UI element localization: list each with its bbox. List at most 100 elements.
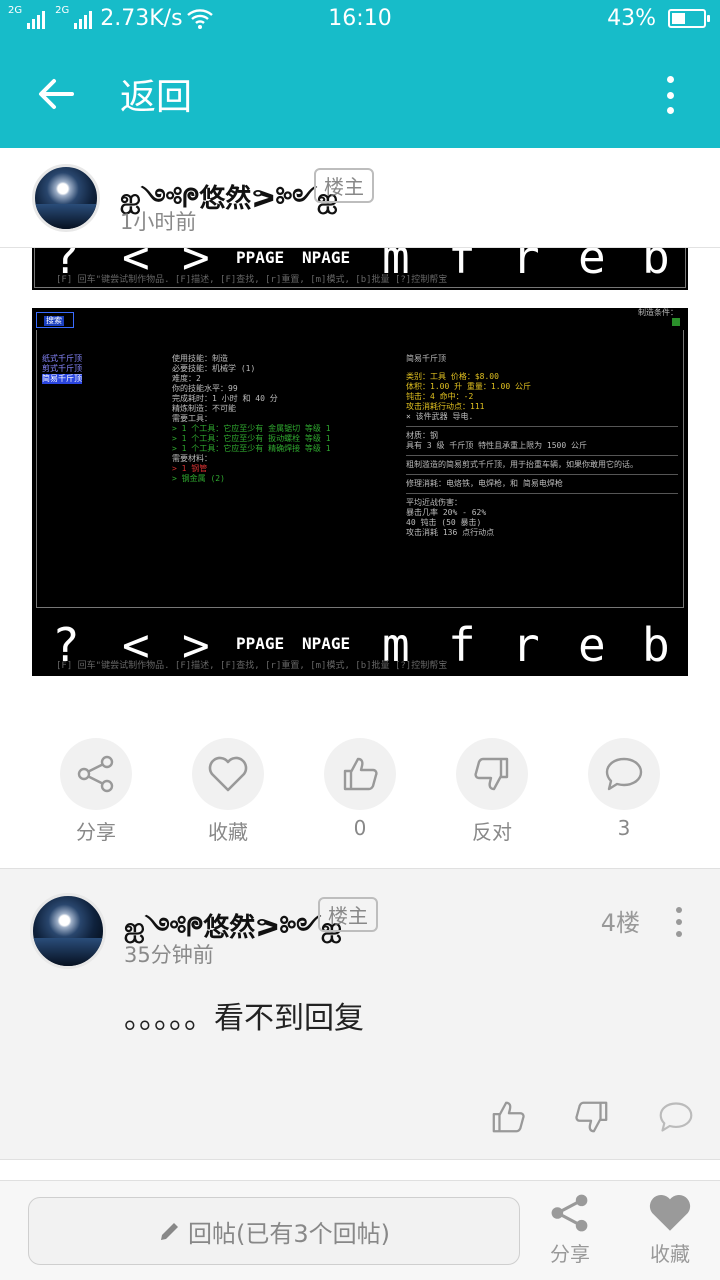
detail-line: 需要工具：	[172, 414, 212, 423]
item-lift: 具有 3 级 千斤顶 特性且承重上限为 1500 公斤	[406, 441, 587, 450]
post-actions: 分享 收藏 0 反对 3	[0, 738, 720, 844]
recipe-item[interactable]: 纸式千斤顶	[42, 354, 82, 364]
share-icon[interactable]	[60, 738, 132, 810]
share-icon	[551, 1194, 588, 1232]
thumbs-up-icon[interactable]	[324, 738, 396, 810]
avatar[interactable]	[32, 164, 100, 232]
key-e: e	[578, 618, 606, 672]
key-hint: [F] 回车"键尝试制作物品. [F]描述, [F]查找, [r]重置, [m]…	[56, 275, 448, 285]
status-right: 43%	[607, 6, 710, 31]
favorite-label: 收藏	[208, 820, 248, 844]
battery-fill	[672, 13, 685, 24]
key-ppage: PPAGE	[236, 634, 285, 653]
material-requirement: > 钢金属 (2)	[172, 474, 225, 483]
key-hint: [F] 回车"键尝试制作物品. [F]描述, [F]查找, [r]重置, [m]…	[56, 661, 448, 671]
bottom-favorite-label: 收藏	[650, 1242, 690, 1266]
battery-icon	[668, 9, 710, 28]
search-tab-label: 搜索	[44, 316, 64, 326]
craft-conditions: 制造条件：	[638, 308, 678, 317]
combat-stat: 平均近战伤害：	[406, 498, 462, 507]
key-f: f	[448, 248, 476, 284]
key-b: b	[642, 248, 670, 284]
recipe-item[interactable]: 剪式千斤顶	[42, 364, 82, 374]
app-bar: 返回	[0, 38, 720, 148]
detail-line: 完成耗时：1 小时 和 40 分	[172, 394, 278, 403]
key-b: b	[642, 618, 670, 672]
oppose-action[interactable]: 反对	[437, 738, 547, 845]
like-action[interactable]: 0	[305, 738, 415, 840]
item-name: 简易千斤顶	[406, 354, 446, 363]
item-repair: 修理消耗：电烙铁，电焊枪，和 简易电焊枪	[406, 479, 563, 488]
tool-requirement: > 1 个工具：它应至少有 精确焊接 等级 1	[172, 444, 331, 453]
item-material: 材质：钢	[406, 431, 438, 440]
key-npage: NPAGE	[302, 634, 351, 653]
thumbs-down-icon[interactable]	[456, 738, 528, 810]
comment-count: 3	[617, 816, 631, 840]
key-f: f	[448, 618, 476, 672]
share-action[interactable]: 分享	[41, 738, 151, 845]
oppose-label: 反对	[472, 820, 512, 844]
detail-line: 使用技能：制造	[172, 354, 228, 363]
bottom-share-button[interactable]: 分享	[530, 1193, 610, 1267]
like-count: 0	[353, 816, 367, 840]
key-npage: NPAGE	[302, 248, 351, 267]
combat-stat: 40 钝击 (50 暴击)	[406, 518, 482, 527]
reply-author-badge: 楼主	[318, 897, 378, 932]
reply-input-label: 回帖(已有3个回帖)	[188, 1219, 390, 1248]
tool-requirement: > 1 个工具：它应至少有 扳动螺栓 等级 1	[172, 434, 331, 443]
combat-stat: 攻击消耗 136 点行动点	[406, 528, 495, 537]
reply-more-icon[interactable]	[674, 907, 684, 937]
more-menu-icon[interactable]	[664, 76, 676, 114]
share-label: 分享	[76, 820, 116, 844]
post-image-2[interactable]: 搜索 制造条件： 纸式千斤顶 剪式千斤顶 简易千斤顶 使用技能：制造 必要技能：…	[32, 308, 688, 676]
recipe-item-selected[interactable]: 简易千斤顶	[42, 374, 82, 384]
author-badge: 楼主	[314, 168, 374, 203]
avatar[interactable]	[30, 893, 106, 969]
heart-icon[interactable]	[192, 738, 264, 810]
detail-line: 必要技能：机械学 (1)	[172, 364, 256, 373]
item-stat: × 该件武器 导电.	[406, 412, 474, 421]
tool-requirement: > 1 个工具：它应至少有 金属锯切 等级 1	[172, 424, 331, 433]
back-arrow-icon[interactable]	[36, 74, 76, 114]
key-e: e	[578, 248, 606, 284]
top-bar: 2G 2G 2.73K/s 16:10 43% 返回	[0, 0, 720, 148]
thumbs-down-icon[interactable]	[574, 1099, 610, 1135]
comment-action[interactable]: 3	[569, 738, 679, 840]
combat-stat: 暴击几率 20% - 62%	[406, 508, 487, 517]
detail-line: 难度：2	[172, 374, 201, 383]
status-bar: 2G 2G 2.73K/s 16:10 43%	[0, 0, 720, 38]
detail-line: 精炼制造：不可能	[172, 404, 236, 413]
post-time: 1小时前	[120, 210, 197, 234]
comment-icon[interactable]	[588, 738, 660, 810]
post-author-header: ஐ༺ᖘ悠然ᕗ༻ஐ 楼主 1小时前	[0, 148, 720, 248]
recipe-list: 纸式千斤顶 剪式千斤顶 简易千斤顶	[42, 354, 82, 384]
bottom-bar: 回帖(已有3个回帖) 分享 收藏	[0, 1180, 720, 1280]
favorite-action[interactable]: 收藏	[173, 738, 283, 845]
material-requirement: > 1 钢管	[172, 464, 208, 473]
item-stat: 攻击消耗行动点：111	[406, 402, 485, 411]
bottom-share-label: 分享	[550, 1242, 590, 1266]
post-image-1[interactable]: ? < > PPAGE NPAGE m f r e b [F] 回车"键尝试制作…	[32, 248, 688, 290]
key-ppage: PPAGE	[236, 248, 285, 267]
condition-indicator	[672, 318, 680, 326]
page-title[interactable]: 返回	[120, 68, 192, 120]
thumbs-up-icon[interactable]	[490, 1099, 526, 1135]
reply-item: ஐ༺ᖘ悠然ᕗ༻ஐ 楼主 4楼 35分钟前 。。。。。看不到回复	[0, 868, 720, 1160]
reply-input-button[interactable]: 回帖(已有3个回帖)	[28, 1197, 520, 1265]
floor-number: 4楼	[600, 909, 640, 937]
pencil-icon	[161, 1223, 178, 1240]
recipe-details: 使用技能：制造 必要技能：机械学 (1) 难度：2 你的技能水平：99 完成耗时…	[172, 354, 331, 484]
item-info: 简易千斤顶 类别：工具 价格：$8.00 体积：1.00 升 重量：1.00 公…	[406, 354, 678, 538]
item-stat: 钝击：4 命中：-2	[406, 392, 474, 401]
battery-percent: 43%	[607, 6, 656, 31]
item-description: 粗制滥造的简易剪式千斤顶，用于抬重车辆，如果你敢用它的话。	[406, 460, 638, 469]
reply-content: 。。。。。看不到回复	[124, 1001, 364, 1036]
key-r: r	[512, 618, 540, 672]
heart-icon	[649, 1194, 691, 1231]
detail-line: 需要材料：	[172, 454, 212, 463]
reply-time: 35分钟前	[124, 943, 214, 967]
bottom-favorite-button[interactable]: 收藏	[630, 1193, 710, 1267]
comment-icon[interactable]	[658, 1099, 694, 1135]
key-r: r	[512, 248, 540, 284]
detail-line: 你的技能水平：99	[172, 384, 238, 393]
